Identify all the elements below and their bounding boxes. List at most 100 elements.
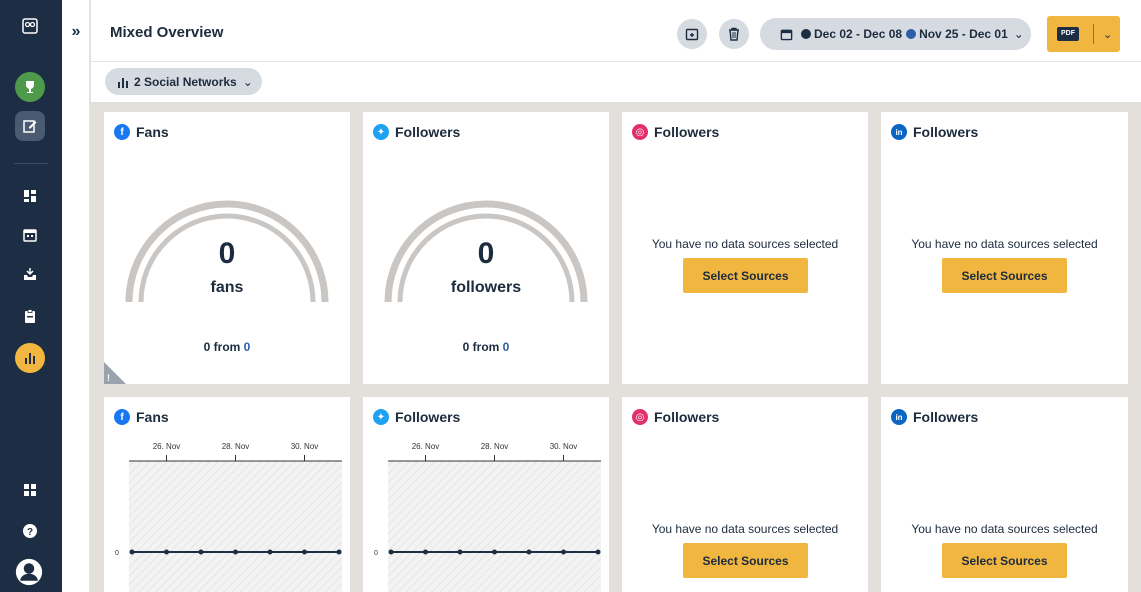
comparison-line: 0 from 0 [104,340,350,354]
card-title: Followers [913,409,979,425]
apps-icon[interactable] [15,475,45,505]
schedule-button[interactable] [677,19,707,49]
linkedin-followers-card: in Followers You have no data sources se… [881,112,1128,384]
select-sources-button[interactable]: Select Sources [683,258,808,293]
sidebar-expand-strip: » [62,0,90,592]
instagram-icon: ◎ [632,409,648,425]
x-tick-label: 30. Nov [550,442,578,451]
sidebar-divider [14,163,48,164]
comparison-value: 0 [243,340,251,354]
page-title: Mixed Overview [110,24,224,41]
owl-logo-icon[interactable] [15,11,45,41]
gauge-value: 0 [218,237,236,270]
twitter-icon: ✦ [373,124,389,140]
card-header: ◎ Followers [632,409,719,425]
data-point [595,549,601,555]
twitter-followers-card: ✦ Followers 0 followers 0 from 0 [363,112,609,384]
x-tick-label: 28. Nov [222,442,250,451]
chevron-down-icon: ⌄ [242,74,253,89]
data-point [388,549,394,555]
data-point [164,549,169,555]
date-range-picker[interactable]: Dec 02 - Dec 08 Nov 25 - Dec 01 ⌄ [760,18,1031,50]
x-tick-label: 28. Nov [481,442,509,451]
trophy-icon[interactable] [15,72,45,102]
chevron-down-icon[interactable]: ⌄ [1103,28,1112,41]
data-point [129,549,135,555]
data-point [233,549,238,555]
export-pdf-button[interactable]: PDF ⌄ [1047,16,1120,52]
warning-mark: ! [107,373,110,383]
x-tick-label: 26. Nov [412,442,440,451]
primary-range-dot [801,29,811,39]
card-header: ◎ Followers [632,124,719,140]
fans-line-chart: 26. Nov 28. Nov 30. Nov 0 [115,442,342,592]
no-data-message: You have no data sources selected [651,522,839,536]
no-data-message: You have no data sources selected [911,522,1098,536]
data-point [336,549,342,555]
card-header: f Fans [114,124,169,140]
compare-date-range: Nov 25 - Dec 01 [919,27,1008,41]
data-point [198,549,204,555]
data-point [302,549,307,555]
followers-line-chart: 26. Nov 28. Nov 30. Nov 0 [374,442,601,592]
card-header: in Followers [891,124,978,140]
comparison-value: 0 [502,340,510,354]
data-point [267,549,273,555]
data-point [526,549,532,555]
comparison-prefix: 0 from [462,340,500,354]
social-networks-filter[interactable]: 2 Social Networks ⌄ [105,68,262,95]
instagram-followers-card-2: ◎ Followers You have no data sources sel… [622,397,868,592]
compare-range-dot [906,29,917,39]
card-title: Fans [136,124,169,140]
linkedin-icon: in [891,409,907,425]
primary-date-range: Dec 02 - Dec 08 [814,27,903,41]
data-point [423,549,428,555]
calendar-add-icon [685,28,699,41]
select-sources-button[interactable]: Select Sources [942,543,1067,578]
data-point [492,549,497,555]
select-sources-button[interactable]: Select Sources [942,258,1067,293]
card-title: Followers [913,124,979,140]
data-point [561,549,566,555]
y-tick-label: 0 [115,550,119,557]
no-data-message: You have no data sources selected [651,237,839,251]
trash-icon [729,27,739,41]
export-divider [1093,24,1094,44]
facebook-fans-chart-card: f Fans 26. Nov 28. Nov 30. Nov 0 [104,397,350,592]
analytics-icon[interactable] [15,343,45,373]
delete-button[interactable] [719,19,749,49]
help-icon[interactable]: ? [15,516,45,546]
y-tick-label: 0 [374,550,378,557]
twitter-followers-chart-card: ✦ Followers 26. Nov 28. Nov 30. Nov 0 [363,397,609,592]
card-title: Followers [654,124,720,140]
profile-icon[interactable] [10,553,48,591]
data-point [457,549,463,555]
plot-area [388,461,601,592]
x-tick-label: 30. Nov [291,442,319,451]
card-title: Followers [395,124,461,140]
pdf-icon: PDF [1057,27,1079,41]
card-title: Followers [654,409,720,425]
facebook-icon: f [114,124,130,140]
calendar-icon[interactable] [15,220,45,250]
linkedin-followers-card-2: in Followers You have no data sources se… [881,397,1128,592]
no-data-message: You have no data sources selected [911,237,1098,251]
card-header: in Followers [891,409,978,425]
instagram-followers-card: ◎ Followers You have no data sources sel… [622,112,868,384]
linkedin-icon: in [891,124,907,140]
chevron-down-icon: ⌄ [1013,27,1024,41]
social-networks-label: 2 Social Networks [134,74,237,89]
clipboard-icon[interactable] [15,301,45,331]
svg-text:?: ? [27,527,33,538]
inbox-icon[interactable] [15,259,45,289]
compose-icon[interactable] [15,111,45,141]
instagram-icon: ◎ [632,124,648,140]
expand-sidebar-button[interactable]: » [67,22,85,42]
dashboard-icon[interactable] [15,181,45,211]
filter-bar: 2 Social Networks ⌄ [91,62,1141,102]
select-sources-button[interactable]: Select Sources [683,543,808,578]
comparison-prefix: 0 from [203,340,241,354]
header: Mixed Overview Dec 02 - Dec 08 Nov 25 - … [91,0,1141,62]
facebook-fans-card: f Fans 0 fans 0 from 0 ! [104,112,350,384]
card-header: ✦ Followers [373,124,460,140]
